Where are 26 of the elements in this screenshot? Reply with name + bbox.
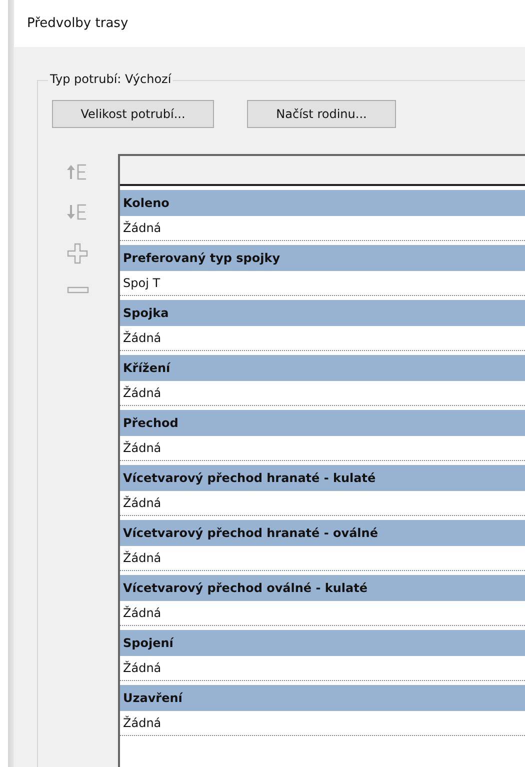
table-cell[interactable]: Žádná (120, 436, 525, 460)
group-legend: Typ potrubí: Výchozí (48, 72, 174, 86)
section-heading: Uzavření (120, 685, 525, 711)
window-title: Předvolby trasy (27, 16, 128, 31)
table-cell[interactable]: Žádná (120, 546, 525, 570)
section-heading: Vícetvarový přechod oválné - kulaté (120, 575, 525, 601)
table-cell[interactable]: Žádná (120, 491, 525, 515)
section-heading: Přechod (120, 410, 525, 436)
add-icon[interactable] (66, 242, 90, 266)
table-cell[interactable]: Žádná (120, 711, 525, 735)
table-cell[interactable]: Žádná (120, 656, 525, 680)
section-heading: Koleno (120, 190, 525, 216)
section-heading: Vícetvarový přechod hranaté - kulaté (120, 465, 525, 491)
table-cell[interactable]: Žádná (120, 601, 525, 625)
dialog-button[interactable]: Velikost potrubí... (52, 100, 214, 128)
section-heading: Vícetvarový přechod hranaté - oválné (120, 520, 525, 546)
section-heading: Křížení (120, 355, 525, 381)
dialog-button[interactable]: Načíst rodinu... (247, 100, 396, 128)
table-cell[interactable]: Žádná (120, 326, 525, 350)
remove-icon[interactable] (66, 286, 90, 294)
section-heading: Preferovaný typ spojky (120, 245, 525, 271)
table-cell[interactable]: Spoj T (120, 271, 525, 295)
section-heading: Spojka (120, 300, 525, 326)
table-cell[interactable]: Žádná (120, 381, 525, 405)
section-heading: Spojení (120, 630, 525, 656)
table-cell[interactable]: Žádná (120, 216, 525, 240)
